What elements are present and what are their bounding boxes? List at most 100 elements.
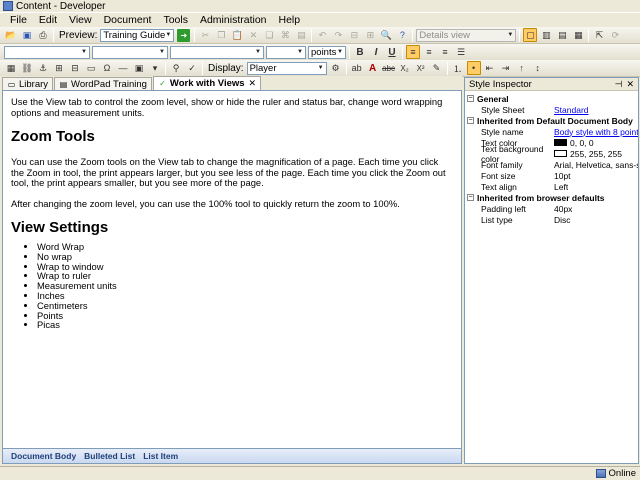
duplicate-icon[interactable]: ❏ [262, 28, 276, 42]
pin-icon[interactable]: ⊣ [615, 79, 623, 90]
group-inherited-document-body[interactable]: − Inherited from Default Document Body [465, 115, 638, 126]
export-icon[interactable]: ⇱ [592, 28, 606, 42]
zoom-reset-paragraph: After changing the zoom level, you can u… [11, 197, 400, 209]
zoom-paragraph: You can use the Zoom tools on the View t… [11, 156, 446, 188]
collapse-icon[interactable]: − [467, 194, 474, 201]
merge-cells-icon[interactable]: ▭ [84, 61, 98, 75]
group-general[interactable]: − General [465, 93, 638, 104]
properties-icon[interactable]: ▤ [294, 28, 308, 42]
prop-font-size-label: Font size [481, 170, 516, 181]
menu-administration[interactable]: Administration [194, 14, 273, 26]
layout-grid-icon[interactable]: ▦ [571, 28, 585, 42]
numbered-list-icon[interactable]: ⒈ [451, 61, 465, 75]
group-inherited-browser-defaults[interactable]: − Inherited from browser defaults [465, 192, 638, 203]
menu-help[interactable]: Help [273, 14, 307, 26]
text-bg-color-swatch [554, 150, 567, 157]
tab-library[interactable]: ▭ Library [2, 77, 54, 90]
outdent-icon[interactable]: ⇤ [483, 61, 497, 75]
font-color-icon[interactable]: A [366, 61, 380, 75]
prop-style-name: Style name Body style with 8 point m... [465, 126, 638, 137]
find-icon[interactable]: 🔍 [379, 28, 393, 42]
symbol-icon[interactable]: Ω [100, 61, 114, 75]
prop-font-size: Font size 10pt [465, 170, 638, 181]
table-icon[interactable]: ▦ [4, 61, 18, 75]
align-center-icon[interactable]: ≡ [422, 45, 436, 59]
undo-icon[interactable]: ↶ [315, 28, 329, 42]
subscript-icon[interactable]: X₂ [398, 61, 412, 75]
font-select[interactable]: ▼ [92, 45, 168, 59]
menu-view[interactable]: View [63, 14, 98, 26]
underline-icon[interactable]: U [385, 45, 399, 59]
go-arrow-icon[interactable]: ➜ [177, 28, 191, 42]
link-icon[interactable]: ⌘ [278, 28, 292, 42]
menu-edit[interactable]: Edit [33, 14, 63, 26]
layout-split-icon[interactable]: ▥ [539, 28, 553, 42]
close-tab-icon[interactable]: ✕ [249, 78, 257, 89]
italic-icon[interactable]: I [369, 45, 383, 59]
drop-down-field-icon[interactable]: ▾ [148, 61, 162, 75]
menu-tools[interactable]: Tools [157, 14, 194, 26]
style-name-link[interactable]: Body style with 8 point m... [554, 127, 638, 137]
style-select[interactable]: ▼ [4, 45, 90, 59]
highlight-icon[interactable]: ab [350, 61, 364, 75]
hyperlink-icon[interactable]: ⛓ [20, 61, 34, 75]
horizontal-rule-icon[interactable]: — [116, 61, 130, 75]
save-icon[interactable]: ▣ [20, 28, 34, 42]
check-in-icon[interactable]: ⊟ [347, 28, 361, 42]
display-select[interactable]: Player ▼ [246, 61, 327, 75]
indent-icon[interactable]: ⇥ [499, 61, 513, 75]
insert-row-icon[interactable]: ⊞ [52, 61, 66, 75]
align-right-icon[interactable]: ≡ [438, 45, 452, 59]
eraser-icon[interactable]: ✎ [430, 61, 444, 75]
collapse-icon[interactable]: − [467, 117, 474, 124]
font-family-select[interactable]: ▼ [170, 45, 264, 59]
redo-icon[interactable]: ↷ [331, 28, 345, 42]
document-editor[interactable]: Use the View tab to control the zoom lev… [2, 90, 462, 464]
path-list-item[interactable]: List Item [143, 451, 178, 461]
bold-icon[interactable]: B [353, 45, 367, 59]
tab-wordpad-training[interactable]: ▤ WordPad Training [54, 77, 152, 90]
bulleted-list-icon[interactable]: • [466, 61, 481, 75]
check-out-icon[interactable]: ⊞ [363, 28, 377, 42]
image-icon[interactable]: ▣ [132, 61, 146, 75]
menu-bar: File Edit View Document Tools Administra… [0, 13, 640, 27]
menu-file[interactable]: File [4, 14, 33, 26]
font-size-select[interactable]: ▼ [266, 45, 306, 59]
anchor-icon[interactable]: ⚓ [36, 61, 50, 75]
separator [311, 28, 313, 42]
spell-check-icon[interactable]: ✓ [185, 61, 199, 75]
size-unit-select[interactable]: points ▼ [308, 45, 346, 59]
path-document-body[interactable]: Document Body [11, 451, 76, 461]
close-icon[interactable]: ✕ [626, 79, 634, 90]
refresh-icon[interactable]: ⟳ [608, 28, 622, 42]
help-icon[interactable]: ? [395, 28, 409, 42]
superscript-icon[interactable]: X² [414, 61, 428, 75]
delete-icon[interactable]: ✕ [246, 28, 260, 42]
preview-select[interactable]: Training Guide ▼ [100, 28, 175, 42]
style-inspector-header: Style Inspector ⊣ ✕ [465, 78, 638, 91]
view-select[interactable]: Details view ▼ [416, 28, 517, 42]
prop-text-align: Text align Left [465, 181, 638, 192]
tab-work-with-views[interactable]: ✓ Work with Views ✕ [152, 76, 262, 90]
copy-icon[interactable]: ❐ [214, 28, 228, 42]
collapse-icon[interactable]: − [467, 95, 474, 102]
find-replace-icon[interactable]: ⚲ [169, 61, 183, 75]
layout-list-icon[interactable]: ▤ [555, 28, 569, 42]
path-bulleted-list[interactable]: Bulleted List [84, 451, 135, 461]
print-icon[interactable]: ⎙ [36, 28, 50, 42]
insert-column-icon[interactable]: ⊟ [68, 61, 82, 75]
align-left-icon[interactable]: ≡ [406, 45, 420, 59]
display-settings-icon[interactable]: ⚙ [329, 61, 343, 75]
move-down-icon[interactable]: ↕ [531, 61, 545, 75]
layout-single-icon[interactable]: ▢ [523, 28, 538, 42]
cut-icon[interactable]: ✂ [198, 28, 212, 42]
network-icon [595, 469, 606, 478]
strikethrough-icon[interactable]: abc [382, 61, 396, 75]
align-justify-icon[interactable]: ☰ [454, 45, 468, 59]
style-sheet-link[interactable]: Standard [554, 105, 589, 115]
move-up-icon[interactable]: ↑ [515, 61, 529, 75]
status-bar: Online [0, 466, 640, 480]
paste-icon[interactable]: 📋 [230, 28, 244, 42]
menu-document[interactable]: Document [98, 14, 158, 26]
open-folder-icon[interactable]: 📂 [4, 28, 18, 42]
